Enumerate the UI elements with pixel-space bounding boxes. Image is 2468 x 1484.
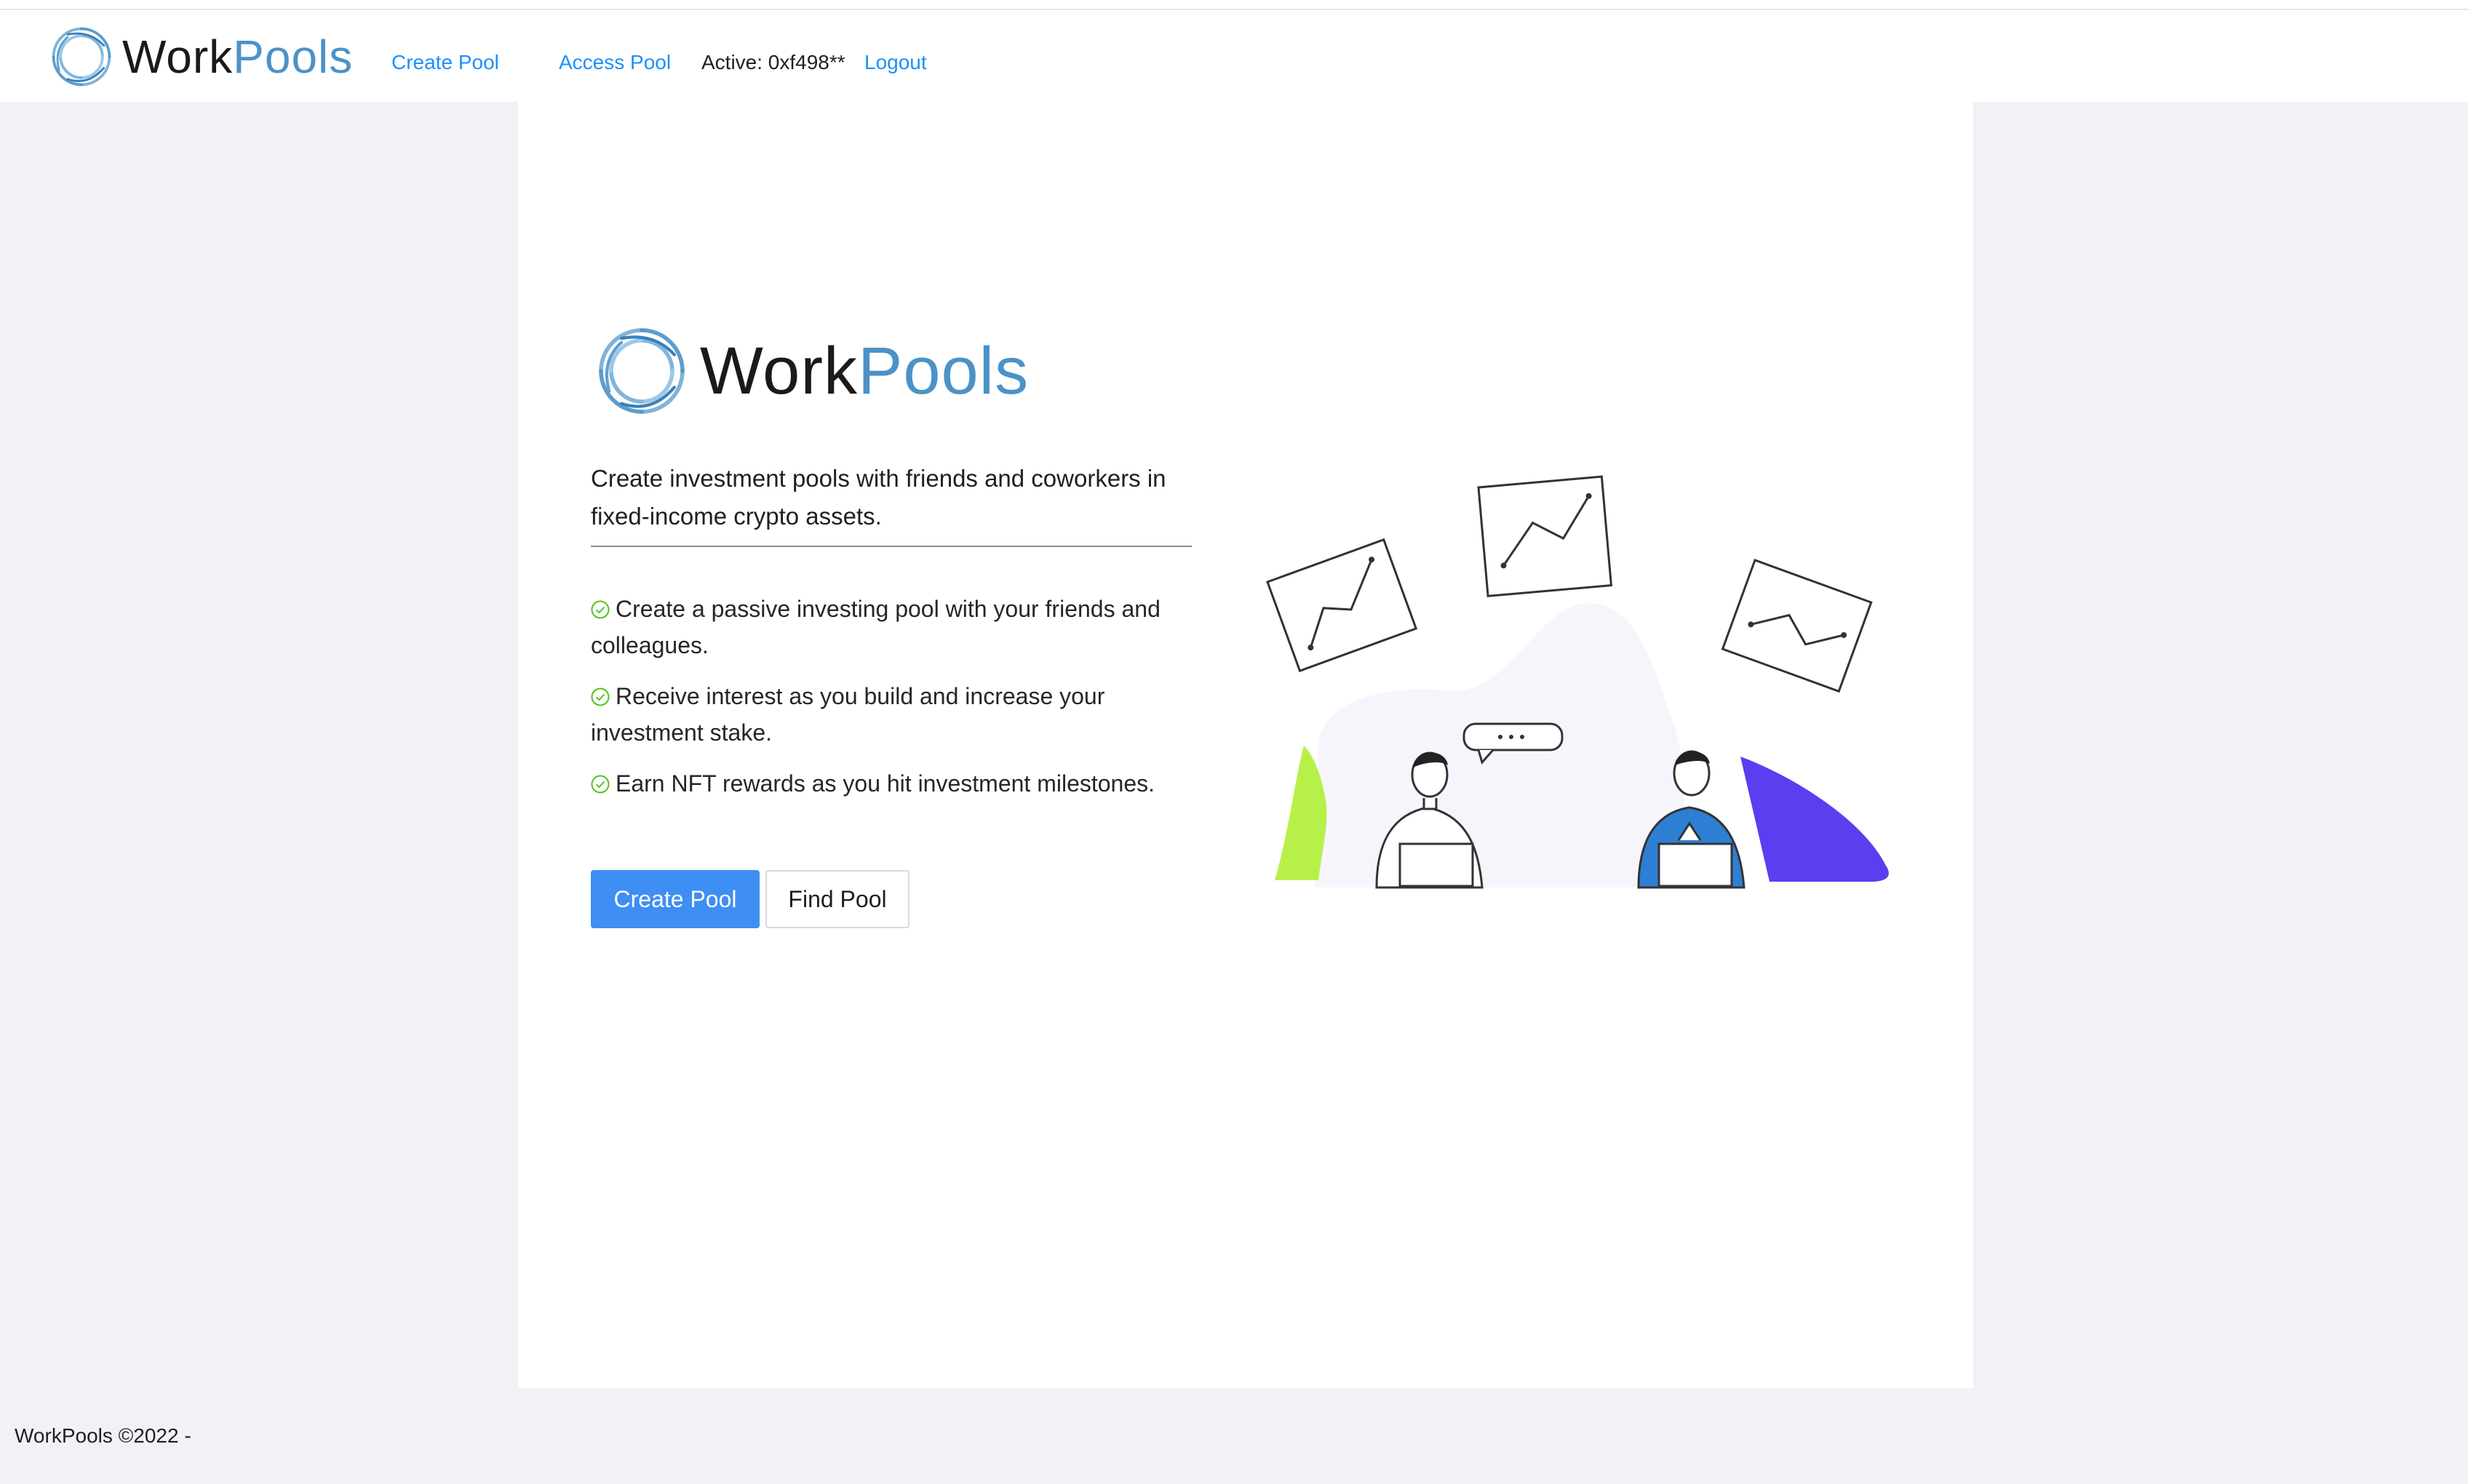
chart-card-top-icon (1477, 475, 1613, 598)
hero-brand-logo: WorkPools (591, 320, 1029, 422)
hero-brand-name-pools: Pools (857, 333, 1030, 408)
brand-name-pools: Pools (233, 31, 354, 83)
tagline-divider (591, 546, 1192, 547)
active-account-label: Active: 0xf498** (701, 51, 845, 73)
logout-link[interactable]: Logout (864, 51, 927, 74)
feature-item: Receive interest as you build and increa… (591, 678, 1202, 751)
feature-item: Earn NFT rewards as you hit investment m… (591, 765, 1202, 802)
create-pool-button[interactable]: Create Pool (591, 870, 760, 928)
check-circle-icon (591, 687, 610, 706)
investment-illustration (1266, 475, 1889, 889)
nav-create-pool-link[interactable]: Create Pool (391, 51, 499, 74)
chart-card-right-icon (1721, 559, 1873, 693)
footer-text: WorkPools ©2022 - (15, 1424, 191, 1447)
check-circle-icon (591, 775, 610, 794)
swirl-logo-icon (52, 27, 111, 87)
swirl-logo-icon (599, 328, 685, 414)
feature-item: Create a passive investing pool with you… (591, 591, 1202, 663)
feature-text: Receive interest as you build and increa… (591, 683, 1105, 746)
hero-tagline: Create investment pools with friends and… (591, 465, 1166, 530)
nav-access-pool-link[interactable]: Access Pool (559, 51, 671, 74)
top-navigation-bar: WorkPools Create Pool Access Pool Active… (0, 10, 2468, 102)
hero-brand-name-work: Work (700, 333, 858, 408)
main-content-card: WorkPools Create investment pools with f… (518, 102, 1973, 1388)
chart-card-left-icon (1266, 538, 1418, 673)
check-circle-icon (591, 600, 610, 619)
find-pool-button[interactable]: Find Pool (765, 870, 909, 928)
brand-name: WorkPools (122, 30, 353, 84)
header-brand-logo[interactable]: WorkPools (47, 20, 353, 93)
brand-name-work: Work (122, 31, 234, 83)
feature-text: Earn NFT rewards as you hit investment m… (616, 770, 1155, 797)
browser-top-strip (0, 0, 2468, 10)
feature-text: Create a passive investing pool with you… (591, 596, 1161, 658)
hero-brand-name: WorkPools (700, 333, 1029, 410)
purple-shape (1740, 757, 1889, 882)
